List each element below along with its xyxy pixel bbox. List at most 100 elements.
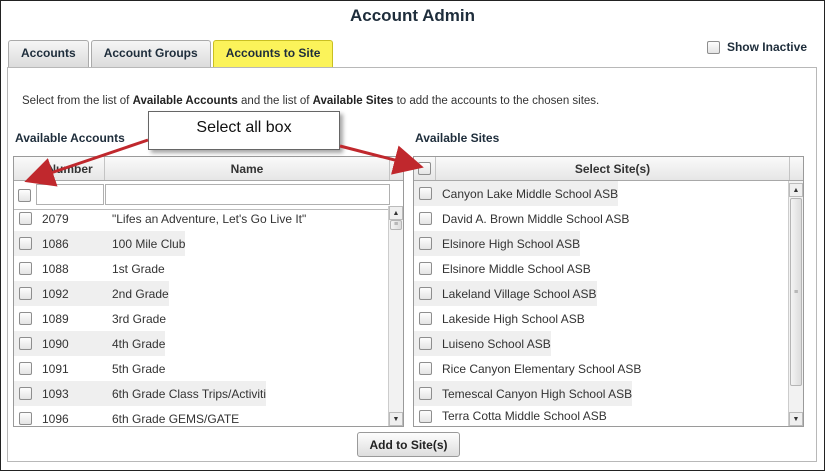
site-name: Elsinore High School ASB bbox=[442, 236, 581, 251]
sites-select-all-checkbox[interactable] bbox=[418, 162, 431, 175]
accounts-grid: Number Name 2079 "Lifes an Adventure, Let… bbox=[13, 156, 404, 427]
scroll-down-icon[interactable]: ▼ bbox=[789, 412, 803, 426]
scroll-thumb[interactable]: ≡ bbox=[790, 198, 802, 386]
tab-bar: Accounts Account Groups Accounts to Site bbox=[8, 40, 335, 68]
account-number: 1090 bbox=[42, 336, 69, 351]
site-checkbox[interactable] bbox=[418, 312, 432, 325]
account-number: 1088 bbox=[42, 261, 69, 276]
account-row[interactable]: 1091 5th Grade bbox=[14, 356, 165, 381]
site-name: Rice Canyon Elementary School ASB bbox=[442, 361, 642, 376]
account-number: 1089 bbox=[42, 311, 69, 326]
select-all-callout: Select all box bbox=[148, 111, 340, 150]
sites-grid-header: Select Site(s) bbox=[414, 157, 803, 181]
tab-account-groups[interactable]: Account Groups bbox=[90, 40, 211, 67]
show-inactive-checkbox[interactable] bbox=[706, 40, 720, 54]
site-row[interactable]: Canyon Lake Middle School ASB bbox=[414, 181, 619, 206]
account-name: 6th Grade Class Trips/Activiti bbox=[112, 386, 267, 401]
sites-scrollbar[interactable]: ▲ ≡ ▼ bbox=[788, 181, 803, 426]
instructions-bold: Available Accounts bbox=[132, 95, 238, 107]
site-checkbox[interactable] bbox=[418, 237, 432, 250]
account-row[interactable]: 1090 4th Grade bbox=[14, 331, 166, 356]
sites-grid: Select Site(s) Canyon Lake Middle School… bbox=[413, 156, 804, 427]
account-checkbox[interactable] bbox=[18, 337, 32, 350]
site-checkbox[interactable] bbox=[418, 409, 432, 423]
account-number: 1092 bbox=[42, 286, 69, 301]
account-number: 1093 bbox=[42, 386, 69, 401]
tab-accounts[interactable]: Accounts bbox=[8, 40, 89, 67]
scroll-up-icon[interactable]: ▲ bbox=[389, 206, 403, 220]
account-number: 2079 bbox=[42, 211, 69, 226]
site-checkbox[interactable] bbox=[418, 287, 432, 300]
account-name: "Lifes an Adventure, Let's Go Live It" bbox=[112, 211, 307, 226]
add-to-sites-button[interactable]: Add to Site(s) bbox=[357, 432, 460, 457]
account-checkbox[interactable] bbox=[18, 412, 32, 425]
account-name: 4th Grade bbox=[112, 336, 166, 351]
accounts-select-all-checkbox[interactable] bbox=[18, 189, 31, 202]
site-row[interactable]: Luiseno School ASB bbox=[414, 331, 551, 356]
instructions-part: to add the accounts to the chosen sites. bbox=[393, 95, 600, 107]
account-number: 1091 bbox=[42, 361, 69, 376]
scroll-thumb[interactable]: ≡ bbox=[390, 220, 402, 230]
show-inactive-toggle[interactable]: Show Inactive bbox=[706, 40, 807, 54]
site-row[interactable]: Temescal Canyon High School ASB bbox=[414, 381, 633, 406]
site-name: David A. Brown Middle School ASB bbox=[442, 211, 630, 226]
site-checkbox[interactable] bbox=[418, 337, 432, 350]
site-row[interactable]: David A. Brown Middle School ASB bbox=[414, 206, 629, 231]
tab-accounts-to-site[interactable]: Accounts to Site bbox=[212, 40, 334, 68]
account-checkbox[interactable] bbox=[18, 312, 32, 325]
site-name: Temescal Canyon High School ASB bbox=[442, 386, 633, 401]
site-name: Lakeside High School ASB bbox=[442, 311, 585, 326]
site-checkbox[interactable] bbox=[418, 187, 432, 200]
column-select-sites[interactable]: Select Site(s) bbox=[436, 157, 790, 180]
account-name: 100 Mile Club bbox=[112, 236, 186, 251]
scroll-down-icon[interactable]: ▼ bbox=[389, 412, 403, 426]
page-title: Account Admin bbox=[350, 6, 475, 25]
account-checkbox[interactable] bbox=[18, 362, 32, 375]
instructions-part: Select from the list of bbox=[22, 95, 133, 107]
account-row[interactable]: 1086 100 Mile Club bbox=[14, 231, 186, 256]
site-checkbox[interactable] bbox=[418, 362, 432, 375]
site-checkbox[interactable] bbox=[418, 387, 432, 400]
site-checkbox[interactable] bbox=[418, 262, 432, 275]
account-row[interactable]: 2079 "Lifes an Adventure, Let's Go Live I… bbox=[14, 206, 306, 231]
account-row[interactable]: 1092 2nd Grade bbox=[14, 281, 169, 306]
account-checkbox[interactable] bbox=[18, 387, 32, 400]
accounts-grid-header: Number Name bbox=[14, 157, 403, 181]
account-checkbox[interactable] bbox=[18, 262, 32, 275]
instructions-bold: Available Sites bbox=[312, 95, 394, 107]
available-accounts-heading: Available Accounts bbox=[15, 131, 125, 145]
site-row[interactable]: Rice Canyon Elementary School ASB bbox=[414, 356, 641, 381]
site-checkbox[interactable] bbox=[418, 212, 432, 225]
site-row[interactable]: Lakeside High School ASB bbox=[414, 306, 585, 331]
site-name: Canyon Lake Middle School ASB bbox=[442, 186, 619, 201]
account-name: 5th Grade bbox=[112, 361, 166, 376]
account-row[interactable]: 1096 6th Grade GEMS/GATE bbox=[14, 406, 239, 431]
site-row[interactable]: Lakeland Village School ASB bbox=[414, 281, 597, 306]
account-row[interactable]: 1088 1st Grade bbox=[14, 256, 165, 281]
instructions-text: Select from the list of Available Accoun… bbox=[22, 95, 599, 107]
site-name: Lakeland Village School ASB bbox=[442, 286, 597, 301]
account-row[interactable]: 1093 6th Grade Class Trips/Activiti bbox=[14, 381, 267, 406]
name-filter-input[interactable] bbox=[105, 184, 390, 205]
account-checkbox[interactable] bbox=[18, 237, 32, 250]
show-inactive-label: Show Inactive bbox=[726, 40, 807, 54]
scroll-up-icon[interactable]: ▲ bbox=[789, 183, 803, 197]
accounts-scrollbar[interactable]: ▲ ≡ ▼ bbox=[388, 206, 403, 426]
site-name: Elsinore Middle School ASB bbox=[442, 261, 591, 276]
account-number: 1086 bbox=[42, 236, 69, 251]
instructions-part: and the list of bbox=[237, 95, 313, 107]
number-filter-input[interactable] bbox=[36, 184, 104, 205]
accounts-header-select-cell bbox=[14, 157, 36, 180]
account-number: 1096 bbox=[42, 411, 69, 426]
column-number[interactable]: Number bbox=[36, 157, 105, 180]
account-row[interactable]: 1089 3rd Grade bbox=[14, 306, 166, 331]
account-checkbox[interactable] bbox=[18, 212, 32, 225]
available-sites-heading: Available Sites bbox=[415, 131, 500, 145]
site-row[interactable]: Elsinore High School ASB bbox=[414, 231, 581, 256]
account-name: 1st Grade bbox=[112, 261, 165, 276]
column-name[interactable]: Name bbox=[105, 157, 390, 180]
site-row[interactable]: Terra Cotta Middle School ASB bbox=[414, 406, 607, 426]
site-name: Luiseno School ASB bbox=[442, 336, 551, 351]
site-row[interactable]: Elsinore Middle School ASB bbox=[414, 256, 591, 281]
account-checkbox[interactable] bbox=[18, 287, 32, 300]
